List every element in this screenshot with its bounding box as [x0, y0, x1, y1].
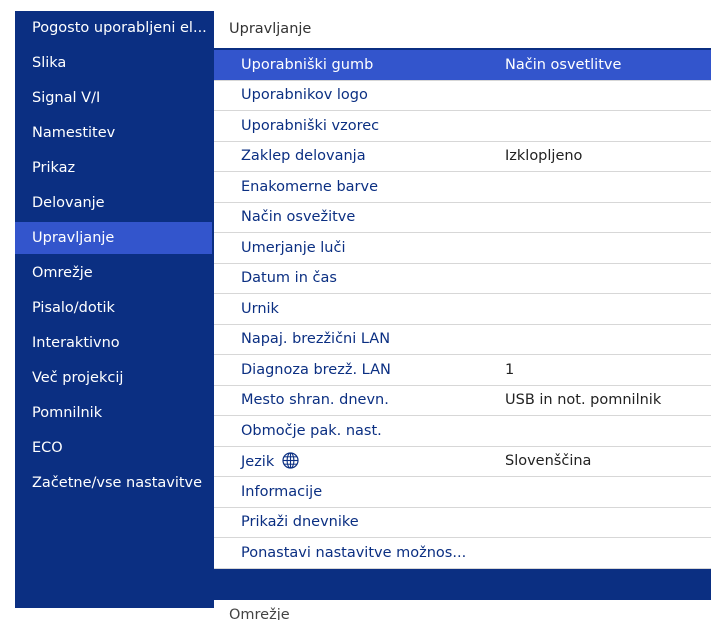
projector-menu: Pogosto uporabljeni el... Slika Signal V… — [15, 11, 711, 620]
settings-row-uporabniski-vzorec[interactable]: Uporabniški vzorec — [214, 111, 711, 142]
row-value: Izklopljeno — [505, 148, 583, 165]
row-label: Informacije — [241, 483, 323, 500]
sidebar-item-zacetne-nastavitve[interactable]: Začetne/vse nastavitve — [15, 467, 212, 499]
sidebar-item-pisalo-dotik[interactable]: Pisalo/dotik — [15, 292, 212, 324]
settings-row-datum-in-cas[interactable]: Datum in čas — [214, 264, 711, 294]
sidebar-item-eco[interactable]: ECO — [15, 432, 212, 464]
settings-row-informacije[interactable]: Informacije — [214, 477, 711, 508]
row-value: 1 — [505, 361, 515, 378]
row-label: Datum in čas — [241, 270, 337, 287]
sidebar-item-upravljanje[interactable]: Upravljanje — [15, 222, 212, 254]
next-section-title: Omrežje — [214, 600, 711, 620]
settings-row-diagnoza-brezz-lan[interactable]: Diagnoza brezž. LAN 1 — [214, 355, 711, 386]
settings-list: Uporabniški gumb Način osvetlitve Uporab… — [214, 50, 711, 569]
settings-row-nacin-osvezitve[interactable]: Način osvežitve — [214, 203, 711, 233]
settings-row-jezik[interactable]: Jezik Slovenščina — [214, 447, 711, 477]
settings-row-napaj-brezzicni-lan[interactable]: Napaj. brezžični LAN — [214, 325, 711, 355]
panel-title: Upravljanje — [214, 11, 711, 48]
sidebar-item-delovanje[interactable]: Delovanje — [15, 187, 212, 219]
settings-row-uporabniski-gumb[interactable]: Uporabniški gumb Način osvetlitve — [214, 50, 711, 81]
row-label: Mesto shran. dnevn. — [241, 392, 389, 409]
settings-row-mesto-shran-dnevn[interactable]: Mesto shran. dnevn. USB in not. pomnilni… — [214, 386, 711, 416]
sidebar-item-signal[interactable]: Signal V/I — [15, 82, 212, 114]
sidebar-item-namestitev[interactable]: Namestitev — [15, 117, 212, 149]
sidebar-item-vec-projekcij[interactable]: Več projekcij — [15, 362, 212, 394]
row-label: Enakomerne barve — [241, 178, 379, 195]
settings-row-urnik[interactable]: Urnik — [214, 294, 711, 325]
row-value: Slovenščina — [505, 453, 592, 470]
row-label: Diagnoza brezž. LAN — [241, 361, 391, 378]
sidebar-item-interaktivno[interactable]: Interaktivno — [15, 327, 212, 359]
row-label: Območje pak. nast. — [241, 422, 382, 439]
settings-row-enakomerne-barve[interactable]: Enakomerne barve — [214, 172, 711, 203]
sidebar-item-omrezje[interactable]: Omrežje — [15, 257, 212, 289]
settings-row-prikazi-dnevnike[interactable]: Prikaži dnevnike — [214, 508, 711, 538]
row-label: Uporabnikov logo — [241, 87, 368, 104]
row-value: Način osvetlitve — [505, 56, 622, 73]
globe-icon — [282, 452, 299, 469]
settings-panel: Upravljanje Uporabniški gumb Način osvet… — [214, 11, 711, 620]
sidebar-item-pogosto-uporabljeni[interactable]: Pogosto uporabljeni el... — [15, 12, 212, 44]
sidebar-item-prikaz[interactable]: Prikaz — [15, 152, 212, 184]
row-label: Zaklep delovanja — [241, 148, 366, 165]
row-label: Ponastavi nastavitve možnos... — [241, 544, 467, 561]
row-label: Uporabniški vzorec — [241, 117, 380, 134]
row-label: Napaj. brezžični LAN — [241, 331, 391, 348]
row-label: Prikaži dnevnike — [241, 514, 359, 531]
row-value: USB in not. pomnilnik — [505, 392, 662, 409]
settings-row-uporabnikov-logo[interactable]: Uporabnikov logo — [214, 81, 711, 111]
settings-row-umerjanje-luci[interactable]: Umerjanje luči — [214, 233, 711, 264]
sidebar-item-pomnilnik[interactable]: Pomnilnik — [15, 397, 212, 429]
settings-row-obmocje-pak-nast[interactable]: Območje pak. nast. — [214, 416, 711, 447]
row-label: Umerjanje luči — [241, 239, 346, 256]
sidebar: Pogosto uporabljeni el... Slika Signal V… — [15, 11, 212, 608]
row-label-wrapper: Jezik — [241, 452, 299, 470]
sidebar-item-slika[interactable]: Slika — [15, 47, 212, 79]
row-label: Način osvežitve — [241, 209, 356, 226]
settings-row-ponastavi-nastavitve[interactable]: Ponastavi nastavitve možnos... — [214, 538, 711, 569]
settings-row-zaklep-delovanja[interactable]: Zaklep delovanja Izklopljeno — [214, 142, 711, 172]
row-label: Urnik — [241, 300, 279, 317]
row-label: Jezik — [241, 454, 275, 471]
row-label: Uporabniški gumb — [241, 56, 374, 73]
